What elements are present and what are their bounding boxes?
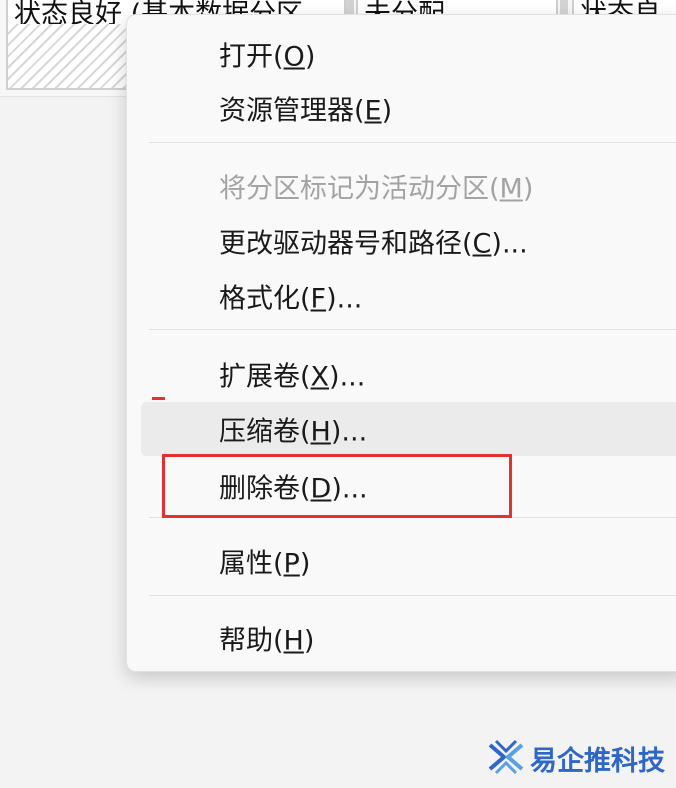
menu-item-label: 打开 [219, 41, 273, 73]
menu-item-mnemonic: P [283, 548, 300, 580]
menu-item-open[interactable]: 打开(O) [141, 27, 676, 81]
menu-separator [149, 142, 676, 143]
menu-item-label: 扩展卷 [219, 361, 300, 393]
menu-separator [149, 329, 676, 330]
menu-item-format[interactable]: 格式化(F)... [141, 269, 676, 323]
menu-item-change-drive-letter[interactable]: 更改驱动器号和路径(C)... [141, 214, 676, 268]
menu-item-extend-volume[interactable]: 扩展卷(X)... [141, 347, 676, 401]
menu-item-mnemonic: E [364, 95, 382, 127]
menu-item-ellipsis: ... [501, 228, 528, 260]
menu-item-mnemonic: O [283, 41, 305, 73]
menu-separator [149, 595, 676, 596]
menu-item-mnemonic: X [310, 361, 330, 393]
menu-item-ellipsis: ... [339, 361, 366, 393]
context-menu: 打开(O) 资源管理器(E) 将分区标记为活动分区(M) 更改驱动器号和路径(C… [126, 14, 676, 672]
menu-item-mark-active: 将分区标记为活动分区(M) [219, 173, 534, 205]
highlight-box [162, 454, 512, 518]
watermark-text: 易企推科技 [530, 746, 665, 777]
menu-item-properties[interactable]: 属性(P) [141, 534, 676, 588]
watermark-logo-icon [488, 739, 524, 775]
menu-item-shrink-volume[interactable]: 压缩卷(H)... [141, 402, 676, 456]
menu-item-label: 格式化 [219, 283, 300, 315]
menu-item-mnemonic: C [472, 228, 492, 260]
menu-item-label: 将分区标记为活动分区 [219, 173, 489, 205]
menu-item-ellipsis: ... [341, 416, 368, 448]
menu-item-label: 压缩卷 [219, 416, 300, 448]
menu-item-mnemonic: H [310, 416, 331, 448]
menu-item-ellipsis: ... [336, 283, 363, 315]
menu-item-mnemonic: H [283, 625, 304, 657]
menu-item-label: 属性 [219, 548, 273, 580]
annotation-tick [152, 397, 165, 400]
menu-item-explorer[interactable]: 资源管理器(E) [141, 81, 676, 135]
menu-item-label: 帮助 [219, 625, 273, 657]
menu-item-help[interactable]: 帮助(H) [141, 611, 676, 665]
menu-item-label: 更改驱动器号和路径 [219, 228, 462, 260]
menu-item-mnemonic: F [310, 283, 327, 315]
watermark: 易企推科技 [486, 737, 665, 777]
menu-item-mnemonic: M [499, 173, 523, 205]
menu-item-label: 资源管理器 [219, 95, 354, 127]
